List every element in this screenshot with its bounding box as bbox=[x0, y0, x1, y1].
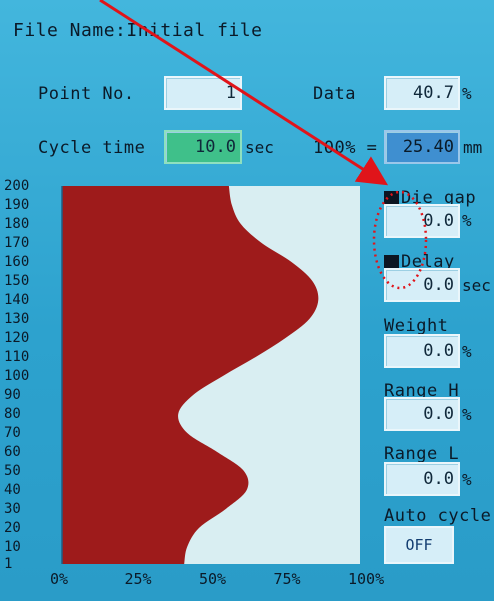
profile-chart-svg[interactable] bbox=[0, 180, 390, 601]
y-tick-label: 30 bbox=[4, 500, 21, 517]
range-l-label: Range L bbox=[384, 444, 460, 464]
range-l-field[interactable]: 0.0 bbox=[384, 462, 460, 496]
delay-unit: sec bbox=[462, 276, 491, 295]
die-gap-field[interactable]: 0.0 bbox=[384, 204, 460, 238]
file-name-caption: File Name: bbox=[13, 20, 127, 41]
y-tick-label: 110 bbox=[4, 348, 30, 365]
y-tick-label: 200 bbox=[4, 178, 30, 194]
data-field[interactable]: 40.7 bbox=[384, 76, 460, 110]
cycle-time-unit: sec bbox=[245, 138, 274, 157]
scale-field[interactable]: 25.40 bbox=[384, 130, 460, 164]
weight-unit: % bbox=[462, 342, 472, 361]
y-tick-label: 160 bbox=[4, 253, 30, 270]
auto-cycle-label: Auto cycle bbox=[384, 506, 492, 526]
y-tick-label: 70 bbox=[4, 424, 21, 441]
y-tick-label: 80 bbox=[4, 405, 21, 422]
y-tick-label: 190 bbox=[4, 196, 30, 213]
x-tick-label: 50% bbox=[199, 570, 227, 588]
delay-indicator-icon bbox=[384, 255, 399, 268]
scale-unit: mm bbox=[463, 138, 483, 157]
x-tick-label: 100% bbox=[348, 570, 385, 588]
cycle-time-label: Cycle time bbox=[38, 138, 146, 158]
range-h-field[interactable]: 0.0 bbox=[384, 397, 460, 431]
file-name-value: Initial file bbox=[126, 20, 263, 41]
point-no-label: Point No. bbox=[38, 84, 135, 104]
y-tick-label: 100 bbox=[4, 367, 30, 384]
profile-chart: 200 190 180 170 160 150 140 130 120 110 100 90 80 70 6… bbox=[0, 178, 390, 601]
cycle-time-field[interactable]: 10.0 bbox=[164, 130, 242, 164]
y-tick-label: 90 bbox=[4, 386, 21, 403]
die-gap-unit: % bbox=[462, 211, 472, 230]
data-label: Data bbox=[313, 84, 356, 104]
weight-field[interactable]: 0.0 bbox=[384, 334, 460, 368]
y-tick-label: 130 bbox=[4, 310, 30, 327]
y-tick-label: 40 bbox=[4, 481, 21, 498]
range-l-unit: % bbox=[462, 470, 472, 489]
y-tick-label: 140 bbox=[4, 291, 30, 308]
y-tick-label: 60 bbox=[4, 443, 21, 460]
control-screen: File Name:Initial file Point No. 1 Data … bbox=[0, 0, 494, 601]
weight-label: Weight bbox=[384, 316, 449, 336]
data-unit: % bbox=[462, 84, 472, 103]
y-tick-label: 120 bbox=[4, 329, 30, 346]
x-tick-label: 0% bbox=[50, 570, 69, 588]
y-tick-label: 50 bbox=[4, 462, 21, 479]
range-h-unit: % bbox=[462, 405, 472, 424]
y-tick-label: 150 bbox=[4, 272, 30, 289]
point-no-field[interactable]: 1 bbox=[164, 76, 242, 110]
scale-label: 100% = bbox=[313, 138, 378, 158]
y-tick-label: 180 bbox=[4, 215, 30, 232]
delay-field[interactable]: 0.0 bbox=[384, 268, 460, 302]
die-gap-indicator-icon bbox=[384, 191, 399, 204]
x-tick-label: 75% bbox=[273, 570, 301, 588]
x-tick-label: 25% bbox=[124, 570, 152, 588]
y-tick-label: 10 bbox=[4, 538, 21, 555]
y-tick-label: 1 bbox=[4, 556, 13, 572]
y-tick-label: 20 bbox=[4, 519, 21, 536]
file-name-label: File Name:Initial file bbox=[13, 20, 262, 41]
y-tick-label: 170 bbox=[4, 234, 30, 251]
auto-cycle-button[interactable]: OFF bbox=[384, 526, 454, 564]
